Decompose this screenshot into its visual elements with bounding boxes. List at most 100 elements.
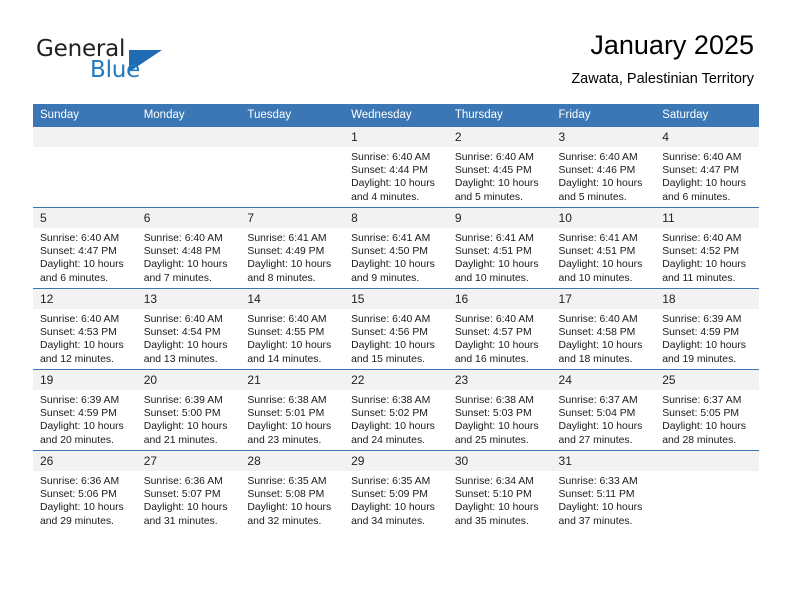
calendar-day-cell[interactable]: 24 Sunrise: 6:37 AM Sunset: 5:04 PM Dayligh… <box>551 369 656 451</box>
day-number: 9 <box>447 208 552 228</box>
sunset-time: Sunset: 5:07 PM <box>143 489 221 501</box>
daylight-duration-line2: and 7 minutes. <box>143 272 212 284</box>
sunrise-time: Sunrise: 6:38 AM <box>454 395 534 406</box>
daylight-duration-line1: Daylight: 10 hours <box>558 340 643 352</box>
daylight-duration-line1: Daylight: 10 hours <box>40 421 124 433</box>
weekday-header-wednesday: Wednesday <box>344 104 448 127</box>
day-number: 30 <box>447 451 552 471</box>
day-details: Sunrise: 6:38 AM Sunset: 5:01 PM Daylight:… <box>240 390 344 447</box>
calendar-day-cell[interactable]: 30 Sunrise: 6:34 AM Sunset: 5:10 PM Dayligh… <box>447 450 552 531</box>
daylight-duration-line1: Daylight: 10 hours <box>558 502 643 514</box>
calendar-day-cell[interactable]: 8 Sunrise: 6:41 AM Sunset: 4:50 PM Daylight… <box>344 207 448 289</box>
daylight-duration-line2: and 15 minutes. <box>351 353 426 365</box>
sunset-time: Sunset: 4:59 PM <box>662 327 740 339</box>
calendar-day-cell[interactable]: 7 Sunrise: 6:41 AM Sunset: 4:49 PM Daylight… <box>240 207 345 289</box>
calendar-day-cell[interactable]: 1 Sunrise: 6:40 AM Sunset: 4:44 PM Daylight… <box>344 126 448 208</box>
day-details: Sunrise: 6:38 AM Sunset: 5:02 PM Daylight:… <box>344 390 448 447</box>
calendar-day-cell[interactable]: 21 Sunrise: 6:38 AM Sunset: 5:01 PM Dayligh… <box>240 369 345 451</box>
day-number: 19 <box>33 370 137 390</box>
calendar-day-cell[interactable]: 28 Sunrise: 6:35 AM Sunset: 5:08 PM Dayligh… <box>240 450 345 531</box>
weekday-header-thursday: Thursday <box>447 104 552 127</box>
daylight-duration-line1: Daylight: 10 hours <box>662 178 746 190</box>
sunrise-time: Sunrise: 6:37 AM <box>558 395 638 406</box>
day-number: 10 <box>551 208 656 228</box>
day-details: Sunrise: 6:40 AM Sunset: 4:57 PM Daylight:… <box>448 309 552 366</box>
daylight-duration-line1: Daylight: 10 hours <box>351 340 435 352</box>
calendar-day-cell[interactable]: 6 Sunrise: 6:40 AM Sunset: 4:48 PM Daylight… <box>136 207 241 289</box>
calendar-day-cell[interactable]: 9 Sunrise: 6:41 AM Sunset: 4:51 PM Daylight… <box>447 207 552 289</box>
calendar-day-cell[interactable]: 13 Sunrise: 6:40 AM Sunset: 4:54 PM Dayligh… <box>136 288 241 370</box>
calendar-week-row: 12 Sunrise: 6:40 AM Sunset: 4:53 PM Dayligh… <box>33 288 759 370</box>
calendar-day-cell[interactable]: 15 Sunrise: 6:40 AM Sunset: 4:56 PM Dayligh… <box>344 288 448 370</box>
day-details: Sunrise: 6:37 AM Sunset: 5:05 PM Daylight:… <box>655 390 759 447</box>
day-details: Sunrise: 6:40 AM Sunset: 4:56 PM Daylight:… <box>344 309 448 366</box>
calendar-day-cell[interactable]: 11 Sunrise: 6:40 AM Sunset: 4:52 PM Dayligh… <box>655 207 759 289</box>
day-number <box>136 127 241 147</box>
calendar-week-row: 5 Sunrise: 6:40 AM Sunset: 4:47 PM Daylight… <box>33 207 759 289</box>
daylight-duration-line1: Daylight: 10 hours <box>351 421 435 433</box>
calendar-day-cell[interactable]: 25 Sunrise: 6:37 AM Sunset: 5:05 PM Dayligh… <box>655 369 759 451</box>
day-number: 27 <box>136 451 241 471</box>
day-number: 22 <box>344 370 448 390</box>
calendar-day-cell[interactable]: 29 Sunrise: 6:35 AM Sunset: 5:09 PM Dayligh… <box>344 450 448 531</box>
sunrise-time: Sunrise: 6:34 AM <box>454 476 534 487</box>
title-block: January 2025 Zawata, Palestinian Territo… <box>571 28 754 90</box>
sunrise-time: Sunrise: 6:40 AM <box>40 233 120 244</box>
sunset-time: Sunset: 5:08 PM <box>247 489 325 501</box>
calendar-body: 1 Sunrise: 6:40 AM Sunset: 4:44 PM Daylight… <box>33 126 759 531</box>
calendar-day-cell[interactable]: 18 Sunrise: 6:39 AM Sunset: 4:59 PM Dayligh… <box>655 288 759 370</box>
sunrise-time: Sunrise: 6:40 AM <box>40 314 120 325</box>
daylight-duration-line2: and 20 minutes. <box>40 434 114 446</box>
calendar-day-cell[interactable]: 12 Sunrise: 6:40 AM Sunset: 4:53 PM Dayligh… <box>33 288 137 370</box>
day-details: Sunrise: 6:40 AM Sunset: 4:58 PM Daylight:… <box>552 309 656 366</box>
calendar-day-cell[interactable]: 16 Sunrise: 6:40 AM Sunset: 4:57 PM Dayligh… <box>447 288 552 370</box>
day-details: Sunrise: 6:36 AM Sunset: 5:07 PM Daylight:… <box>137 471 241 528</box>
daylight-duration-line1: Daylight: 10 hours <box>40 502 124 514</box>
calendar-day-cell[interactable]: 23 Sunrise: 6:38 AM Sunset: 5:03 PM Dayligh… <box>447 369 552 451</box>
daylight-duration-line2: and 25 minutes. <box>454 434 529 446</box>
page-subtitle: Zawata, Palestinian Territory <box>571 71 754 87</box>
day-number: 4 <box>655 127 759 147</box>
sunset-time: Sunset: 4:56 PM <box>351 327 428 339</box>
day-number <box>33 127 137 147</box>
calendar-day-cell[interactable]: 10 Sunrise: 6:41 AM Sunset: 4:51 PM Dayligh… <box>551 207 656 289</box>
calendar-day-cell[interactable]: 19 Sunrise: 6:39 AM Sunset: 4:59 PM Dayligh… <box>33 369 137 451</box>
sunset-time: Sunset: 4:52 PM <box>662 246 740 258</box>
daylight-duration-line2: and 23 minutes. <box>247 434 322 446</box>
calendar-day-cell[interactable]: 26 Sunrise: 6:36 AM Sunset: 5:06 PM Dayligh… <box>33 450 137 531</box>
calendar-day-cell[interactable]: 22 Sunrise: 6:38 AM Sunset: 5:02 PM Dayligh… <box>344 369 448 451</box>
daylight-duration-line2: and 8 minutes. <box>247 272 316 284</box>
day-number: 29 <box>344 451 448 471</box>
calendar-day-cell[interactable]: 2 Sunrise: 6:40 AM Sunset: 4:45 PM Daylight… <box>447 126 552 208</box>
sunrise-time: Sunrise: 6:37 AM <box>662 395 742 406</box>
day-details: Sunrise: 6:40 AM Sunset: 4:44 PM Daylight:… <box>344 147 448 204</box>
general-blue-logo[interactable]: General Blue <box>36 36 216 86</box>
calendar-day-cell[interactable]: 14 Sunrise: 6:40 AM Sunset: 4:55 PM Dayligh… <box>240 288 345 370</box>
daylight-duration-line1: Daylight: 10 hours <box>454 259 539 271</box>
sunrise-time: Sunrise: 6:38 AM <box>351 395 431 406</box>
sunset-time: Sunset: 4:58 PM <box>558 327 636 339</box>
sunrise-time: Sunrise: 6:40 AM <box>454 314 534 325</box>
daylight-duration-line2: and 14 minutes. <box>247 353 322 365</box>
sunrise-time: Sunrise: 6:40 AM <box>558 152 638 163</box>
sunset-time: Sunset: 5:04 PM <box>558 408 636 420</box>
sunset-time: Sunset: 5:11 PM <box>558 489 635 501</box>
calendar-day-cell[interactable]: 17 Sunrise: 6:40 AM Sunset: 4:58 PM Dayligh… <box>551 288 656 370</box>
daylight-duration-line1: Daylight: 10 hours <box>558 259 643 271</box>
day-number: 1 <box>344 127 448 147</box>
calendar-day-cell[interactable]: 27 Sunrise: 6:36 AM Sunset: 5:07 PM Dayligh… <box>136 450 241 531</box>
calendar-day-cell[interactable]: 5 Sunrise: 6:40 AM Sunset: 4:47 PM Daylight… <box>33 207 137 289</box>
calendar-day-cell[interactable]: 20 Sunrise: 6:39 AM Sunset: 5:00 PM Dayligh… <box>136 369 241 451</box>
calendar-day-cell[interactable]: 4 Sunrise: 6:40 AM Sunset: 4:47 PM Daylight… <box>655 126 759 208</box>
sunrise-time: Sunrise: 6:41 AM <box>558 233 638 244</box>
daylight-duration-line1: Daylight: 10 hours <box>662 421 746 433</box>
day-number: 7 <box>240 208 345 228</box>
calendar-day-cell[interactable]: 31 Sunrise: 6:33 AM Sunset: 5:11 PM Dayligh… <box>551 450 656 531</box>
day-details: Sunrise: 6:35 AM Sunset: 5:09 PM Daylight:… <box>344 471 448 528</box>
day-number: 21 <box>240 370 345 390</box>
calendar-day-cell[interactable]: 3 Sunrise: 6:40 AM Sunset: 4:46 PM Daylight… <box>551 126 656 208</box>
daylight-duration-line2: and 34 minutes. <box>351 515 426 527</box>
calendar-day-cell-empty <box>136 126 241 208</box>
sunset-time: Sunset: 5:10 PM <box>454 489 532 501</box>
day-number: 17 <box>551 289 656 309</box>
